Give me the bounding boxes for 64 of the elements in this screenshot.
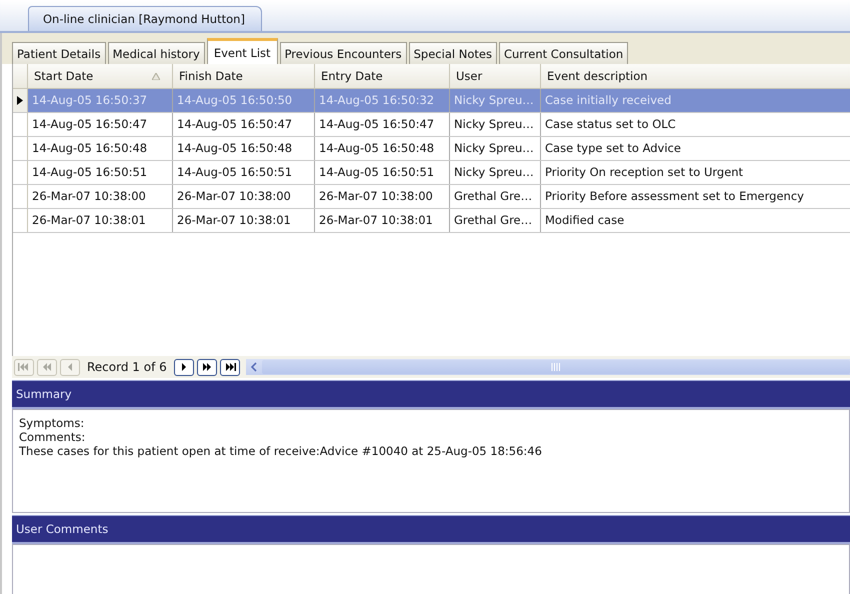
- table-cell: 14-Aug-05 16:50:47: [315, 113, 450, 136]
- table-cell: Case initially received: [541, 89, 850, 112]
- grip-icon: [550, 363, 561, 371]
- table-row[interactable]: 14-Aug-05 16:50:48 14-Aug-05 16:50:48 14-Aug-05 16:50:48 Nicky Spreu… Case type set to Advice: [13, 137, 850, 161]
- table-cell: Nicky Spreu…: [450, 161, 541, 184]
- table-cell: Nicky Spreu…: [450, 89, 541, 112]
- table-cell: 26-Mar-07 10:38:00: [315, 185, 450, 208]
- table-cell: Nicky Spreu…: [450, 137, 541, 160]
- table-cell: 26-Mar-07 10:38:00: [173, 185, 315, 208]
- table-cell: 14-Aug-05 16:50:37: [28, 89, 173, 112]
- navigator-button[interactable]: [196, 358, 217, 376]
- tab[interactable]: Medical history: [108, 42, 205, 64]
- current-row-icon: [17, 96, 23, 105]
- summary-text: Comments:: [19, 430, 86, 444]
- table-cell: 14-Aug-05 16:50:51: [173, 161, 315, 184]
- tab[interactable]: Current Consultation: [498, 42, 628, 64]
- tab[interactable]: Previous Encounters: [280, 42, 407, 64]
- double-right-arrow-icon: [200, 362, 213, 372]
- document-tab[interactable]: On-line clinician [Raymond Hutton]: [28, 6, 262, 31]
- table-cell: Grethal Gre…: [450, 209, 541, 232]
- table-cell: Priority Before assessment set to Emergency: [541, 185, 850, 208]
- table-cell: 14-Aug-05 16:50:47: [173, 113, 315, 136]
- navigator-button[interactable]: [220, 358, 240, 376]
- record-counter: Record 1 of 6: [86, 360, 168, 374]
- table-cell: 14-Aug-05 16:50:51: [28, 161, 173, 184]
- table-cell: 14-Aug-05 16:50:32: [315, 89, 450, 112]
- tab[interactable]: Event List: [206, 38, 278, 64]
- table-cell: 14-Aug-05 16:50:48: [173, 137, 315, 160]
- tab[interactable]: Special Notes: [408, 42, 497, 64]
- table-cell: 14-Aug-05 16:50:51: [315, 161, 450, 184]
- table-cell: 26-Mar-07 10:38:01: [28, 209, 173, 232]
- tab[interactable]: Patient Details: [12, 42, 106, 64]
- column-header[interactable]: User: [450, 64, 541, 88]
- skip-right-arrow-icon: [224, 362, 236, 372]
- column-header[interactable]: Start Date: [28, 64, 173, 88]
- column-header[interactable]: Event description: [541, 64, 850, 88]
- table-cell: 14-Aug-05 16:50:48: [315, 137, 450, 160]
- double-left-arrow-icon: [41, 362, 53, 372]
- panel-header: Summary: [12, 380, 850, 409]
- table-row[interactable]: 26-Mar-07 10:38:01 26-Mar-07 10:38:01 26-Mar-07 10:38:01 Grethal Gre… Modified case: [13, 209, 850, 233]
- table-row[interactable]: 26-Mar-07 10:38:00 26-Mar-07 10:38:00 26-Mar-07 10:38:00 Grethal Gre… Priority Before assessment set to Emergency: [13, 185, 850, 209]
- table-cell: 14-Aug-05 16:50:47: [28, 113, 173, 136]
- panel-header: User Comments: [12, 515, 850, 544]
- scroll-left-icon[interactable]: [250, 362, 258, 372]
- table-cell: 14-Aug-05 16:50:48: [28, 137, 173, 160]
- table-cell: 26-Mar-07 10:38:01: [315, 209, 450, 232]
- table-cell: 26-Mar-07 10:38:00: [28, 185, 173, 208]
- table-cell: Grethal Gre…: [450, 185, 541, 208]
- table-cell: Priority On reception set to Urgent: [541, 161, 850, 184]
- table-cell: Case status set to OLC: [541, 113, 850, 136]
- summary-text: These cases for this patient open at time of receive:Advice #10040 at 25-Aug-05 18:56:46: [19, 444, 543, 458]
- table-cell: 14-Aug-05 16:50:50: [173, 89, 315, 112]
- column-header[interactable]: Finish Date: [173, 64, 315, 88]
- summary-text: Symptoms:: [19, 416, 86, 430]
- table-cell: Case type set to Advice: [541, 137, 850, 160]
- table-cell: Modified case: [541, 209, 850, 232]
- column-header[interactable]: Entry Date: [315, 64, 450, 88]
- table-row[interactable]: 14-Aug-05 16:50:47 14-Aug-05 16:50:47 14-Aug-05 16:50:47 Nicky Spreu… Case status set to OLC: [13, 113, 850, 137]
- skip-left-arrow-icon: [18, 362, 30, 372]
- table-cell: 26-Mar-07 10:38:01: [173, 209, 315, 232]
- comments-field[interactable]: [12, 544, 850, 594]
- navigator-button[interactable]: [174, 358, 194, 376]
- table-row[interactable]: 14-Aug-05 16:50:51 14-Aug-05 16:50:51 14-Aug-05 16:50:51 Nicky Spreu… Priority On reception set to Urgent: [13, 161, 850, 185]
- table-cell: Nicky Spreu…: [450, 113, 541, 136]
